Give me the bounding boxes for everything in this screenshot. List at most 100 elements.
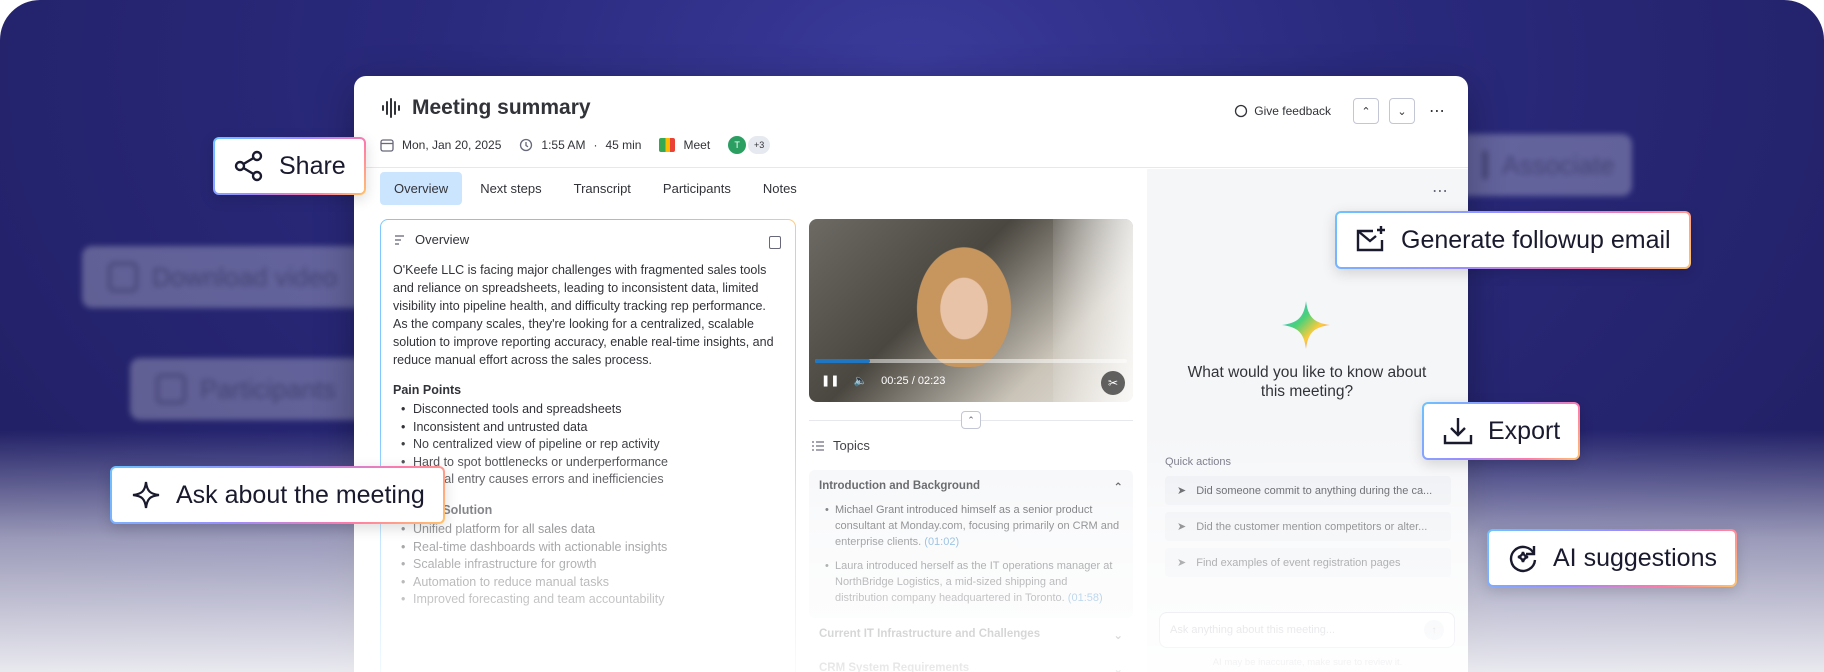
calendar-icon xyxy=(380,139,394,152)
pain-points-list: Disconnected tools and spreadsheets Inco… xyxy=(393,401,783,489)
topic-title[interactable]: Introduction and Background ⌃ xyxy=(819,480,1123,494)
window-header: Meeting summary Mon, Jan 20, 2025 1:55 A… xyxy=(354,76,1468,168)
overview-heading: Overview xyxy=(393,232,783,247)
tab-transcript[interactable]: Transcript xyxy=(560,172,645,205)
topic-introduction: Introduction and Background ⌃ Michael Gr… xyxy=(809,470,1133,618)
quick-actions-label: Quick actions xyxy=(1165,456,1232,468)
desired-solution-title: Desired Solution xyxy=(393,502,493,517)
blurred-participants-chip: Participants xyxy=(130,358,370,420)
meeting-duration: 45 min xyxy=(605,138,642,152)
video-progress-fill xyxy=(815,359,870,363)
copy-icon[interactable] xyxy=(769,236,781,249)
send-icon: ➤ xyxy=(1177,521,1187,533)
chevron-up-icon: ⌃ xyxy=(1113,482,1123,494)
video-controls: ❚❚ 🔈 00:25 / 02:23 xyxy=(821,374,946,388)
list-item: Disconnected tools and spreadsheets xyxy=(393,401,783,419)
volume-icon[interactable]: 🔈 xyxy=(853,374,867,387)
ask-input-placeholder: Ask anything about this meeting... xyxy=(1170,624,1336,636)
download-icon xyxy=(1443,418,1473,445)
meeting-platform: Meet xyxy=(683,138,711,152)
chevron-up-icon: ⌃ xyxy=(967,414,975,425)
email-sparkle-icon xyxy=(1356,226,1385,252)
list-item: Manual entry causes errors and inefficie… xyxy=(393,471,783,489)
topic-item: Michael Grant introduced himself as a se… xyxy=(819,502,1123,550)
topic-it-infrastructure[interactable]: Current IT Infrastructure and Challenges… xyxy=(809,628,1133,642)
overview-card: Overview O'Keefe LLC is facing major cha… xyxy=(380,219,796,672)
pain-points-title: Pain Points xyxy=(393,383,462,397)
quick-action-button[interactable]: ➤ Did someone commit to anything during … xyxy=(1165,476,1451,505)
list-item: Improved forecasting and team accountabi… xyxy=(393,591,783,609)
avatar[interactable]: T xyxy=(728,136,747,154)
list-item: Inconsistent and untrusted data xyxy=(393,419,783,437)
pause-icon[interactable]: ❚❚ xyxy=(821,374,839,387)
give-feedback-button[interactable]: Give feedback xyxy=(1234,104,1331,118)
chevron-up-icon: ⌃ xyxy=(1361,105,1371,118)
tab-bar: Overview Next steps Transcript Participa… xyxy=(380,172,811,205)
desired-solution-list: Unified platform for all sales data Real… xyxy=(393,521,783,609)
video-progress-bar[interactable] xyxy=(815,359,1127,363)
timestamp-link[interactable]: (01:58) xyxy=(1068,592,1103,604)
share-chip[interactable]: Share xyxy=(213,137,366,195)
blurred-download-chip: Download video xyxy=(82,246,382,308)
tab-participants[interactable]: Participants xyxy=(649,172,745,205)
download-icon xyxy=(108,262,138,292)
quick-action-button[interactable]: ➤ Find examples of event registration pa… xyxy=(1165,548,1451,577)
previous-button[interactable]: ⌃ xyxy=(1353,98,1379,124)
ai-prompt-question: What would you like to know about this m… xyxy=(1187,364,1427,400)
list-item: Unified platform for all sales data xyxy=(393,521,783,539)
give-feedback-label: Give feedback xyxy=(1254,104,1331,118)
meet-logo-icon xyxy=(659,138,676,152)
audio-wave-icon xyxy=(382,98,400,118)
share-icon xyxy=(234,150,263,182)
send-icon: ➤ xyxy=(1177,485,1187,497)
page-title: Meeting summary xyxy=(412,96,591,119)
meeting-summary-window: Meeting summary Mon, Jan 20, 2025 1:55 A… xyxy=(354,76,1468,672)
ai-refresh-icon xyxy=(1509,545,1537,573)
speaker-video-frame xyxy=(909,237,1019,367)
more-options-icon[interactable]: ⋯ xyxy=(1429,101,1446,121)
chevron-down-icon: ⌄ xyxy=(1113,664,1123,672)
chevron-down-icon: ⌄ xyxy=(1397,105,1407,118)
chevron-down-icon: ⌄ xyxy=(1113,630,1123,642)
tab-next-steps[interactable]: Next steps xyxy=(466,172,555,205)
generate-followup-email-chip[interactable]: Generate followup email xyxy=(1335,211,1691,269)
associate-icon xyxy=(1482,150,1488,180)
blurred-associate-chip: Associate xyxy=(1456,134,1632,196)
list-icon xyxy=(812,440,824,451)
collapse-video-button[interactable]: ⌃ xyxy=(961,411,981,429)
tab-overview[interactable]: Overview xyxy=(380,172,463,205)
person-icon xyxy=(156,374,186,404)
scissors-icon[interactable]: ✂ xyxy=(1101,371,1125,395)
clock-icon xyxy=(520,138,533,152)
more-participants-badge[interactable]: +3 xyxy=(748,136,771,154)
ai-suggestions-chip[interactable]: AI suggestions xyxy=(1487,529,1737,587)
chat-bubble-icon xyxy=(1235,104,1248,118)
meeting-time: 1:55 AM xyxy=(541,138,586,152)
next-button[interactable]: ⌄ xyxy=(1389,98,1415,124)
title-row: Meeting summary xyxy=(380,96,591,120)
list-item: Real-time dashboards with actionable ins… xyxy=(393,539,783,557)
list-item: Scalable infrastructure for growth xyxy=(393,556,783,574)
video-time: 00:25 / 02:23 xyxy=(881,374,946,387)
send-icon: ➤ xyxy=(1177,557,1187,569)
meeting-meta: Mon, Jan 20, 2025 1:55 AM · 45 min Meet … xyxy=(380,136,771,154)
quick-action-button[interactable]: ➤ Did the customer mention competitors o… xyxy=(1165,512,1451,541)
sparkle-icon xyxy=(132,481,160,509)
ask-about-meeting-chip[interactable]: Ask about the meeting xyxy=(110,466,445,524)
more-options-icon[interactable]: ⋯ xyxy=(1432,181,1448,201)
tab-notes[interactable]: Notes xyxy=(749,172,811,205)
overview-paragraph: O'Keefe LLC is facing major challenges w… xyxy=(393,263,774,367)
topic-crm-requirements[interactable]: CRM System Requirements ⌄ xyxy=(809,662,1133,672)
ai-disclaimer: AI may be inaccurate, make sure to revie… xyxy=(1212,657,1403,668)
video-player[interactable]: ❚❚ 🔈 00:25 / 02:23 ✂ xyxy=(809,219,1133,402)
ask-meeting-input[interactable]: Ask anything about this meeting... ↑ xyxy=(1159,612,1455,648)
list-item: Hard to spot bottlenecks or underperform… xyxy=(393,454,783,472)
arrow-up-icon[interactable]: ↑ xyxy=(1424,620,1444,640)
topics-heading: Topics xyxy=(811,438,870,453)
summary-icon xyxy=(395,234,404,245)
export-chip[interactable]: Export xyxy=(1422,402,1580,460)
timestamp-link[interactable]: (01:02) xyxy=(924,536,959,548)
ai-sparkle-icon xyxy=(1282,301,1330,349)
header-actions: Give feedback ⌃ ⌄ ⋯ xyxy=(1234,98,1446,124)
list-item: No centralized view of pipeline or rep a… xyxy=(393,436,783,454)
